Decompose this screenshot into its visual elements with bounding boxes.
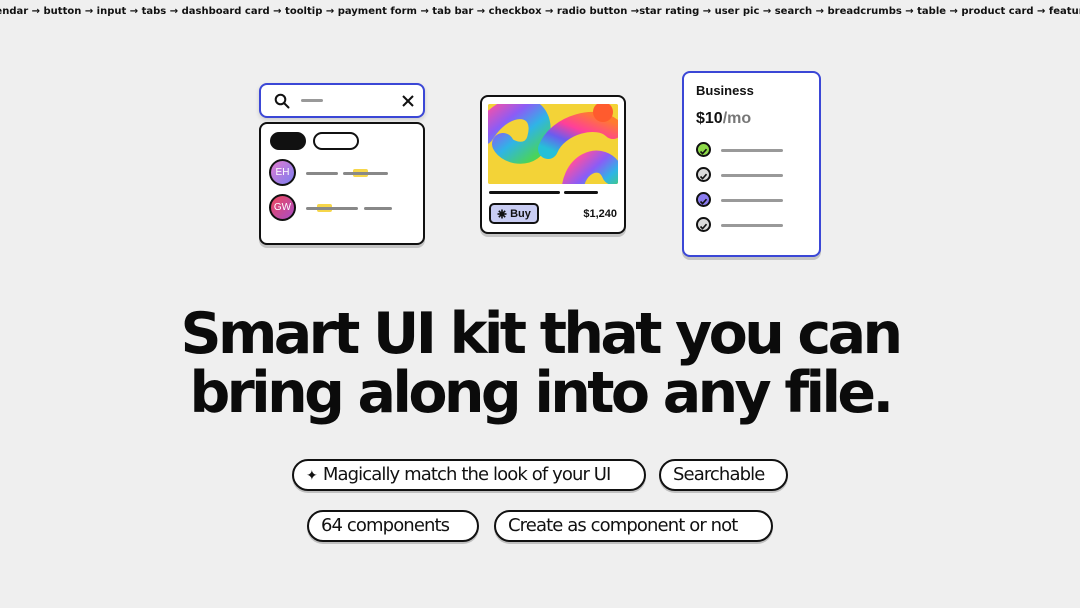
product-card: Buy $1,240: [480, 95, 626, 234]
list-item-placeholder: [364, 207, 392, 210]
sparkle-icon: ✦: [306, 468, 318, 484]
list-item-placeholder: [306, 207, 358, 210]
feature-pill-create: Create as component or not: [494, 510, 773, 542]
list-item-placeholder: [343, 172, 388, 175]
feature-label: Create as component or not: [508, 515, 738, 536]
gear-icon: [497, 209, 507, 218]
feature-pill-components: 64 components: [307, 510, 479, 542]
avatar-initials: EH: [275, 167, 290, 178]
page-title: Smart UI kit that you can bring along in…: [0, 305, 1080, 423]
pricing-card: Business $10/mo: [682, 71, 821, 257]
feature-placeholder: [721, 224, 783, 227]
feature-placeholder: [721, 199, 783, 202]
search-query-placeholder: [301, 99, 323, 102]
feature-placeholder: [721, 174, 783, 177]
check-icon[interactable]: [696, 167, 711, 182]
search-icon: [274, 93, 290, 109]
plan-period: /mo: [722, 110, 752, 127]
filter-chip[interactable]: [313, 132, 359, 150]
buy-button[interactable]: Buy: [489, 203, 539, 224]
check-icon[interactable]: [696, 142, 711, 157]
subtitle-placeholder: [564, 191, 598, 194]
avatar[interactable]: EH: [269, 159, 296, 186]
avatar[interactable]: GW: [269, 194, 296, 221]
feature-label: 64 components: [321, 515, 450, 536]
search-results-card: EH GW: [259, 122, 425, 245]
headline-line: Smart UI kit that you can: [180, 301, 904, 367]
check-icon[interactable]: [696, 217, 711, 232]
feature-pill-searchable: Searchable: [659, 459, 788, 491]
plan-amount: $10: [696, 110, 723, 127]
product-image: [488, 104, 618, 184]
feature-label: Searchable: [673, 464, 765, 485]
title-placeholder: [489, 191, 560, 194]
close-icon[interactable]: [399, 92, 417, 110]
plan-price: $10/mo: [696, 110, 751, 128]
search-input[interactable]: [259, 83, 425, 118]
avatar-initials: GW: [273, 202, 292, 213]
filter-chip-active[interactable]: [270, 132, 306, 150]
ticker-text: lendar → button → input → tabs → dashboa…: [0, 6, 1080, 17]
feature-placeholder: [721, 149, 783, 152]
list-item-placeholder: [306, 172, 338, 175]
product-price: $1,240: [583, 208, 617, 220]
feature-pill-match: ✦ Magically match the look of your UI: [292, 459, 646, 491]
check-icon[interactable]: [696, 192, 711, 207]
component-ticker: lendar → button → input → tabs → dashboa…: [0, 0, 1080, 24]
plan-name: Business: [696, 83, 754, 98]
buy-label: Buy: [510, 207, 531, 220]
headline-line: bring along into any file.: [189, 360, 894, 426]
feature-label: Magically match the look of your UI: [322, 464, 612, 485]
